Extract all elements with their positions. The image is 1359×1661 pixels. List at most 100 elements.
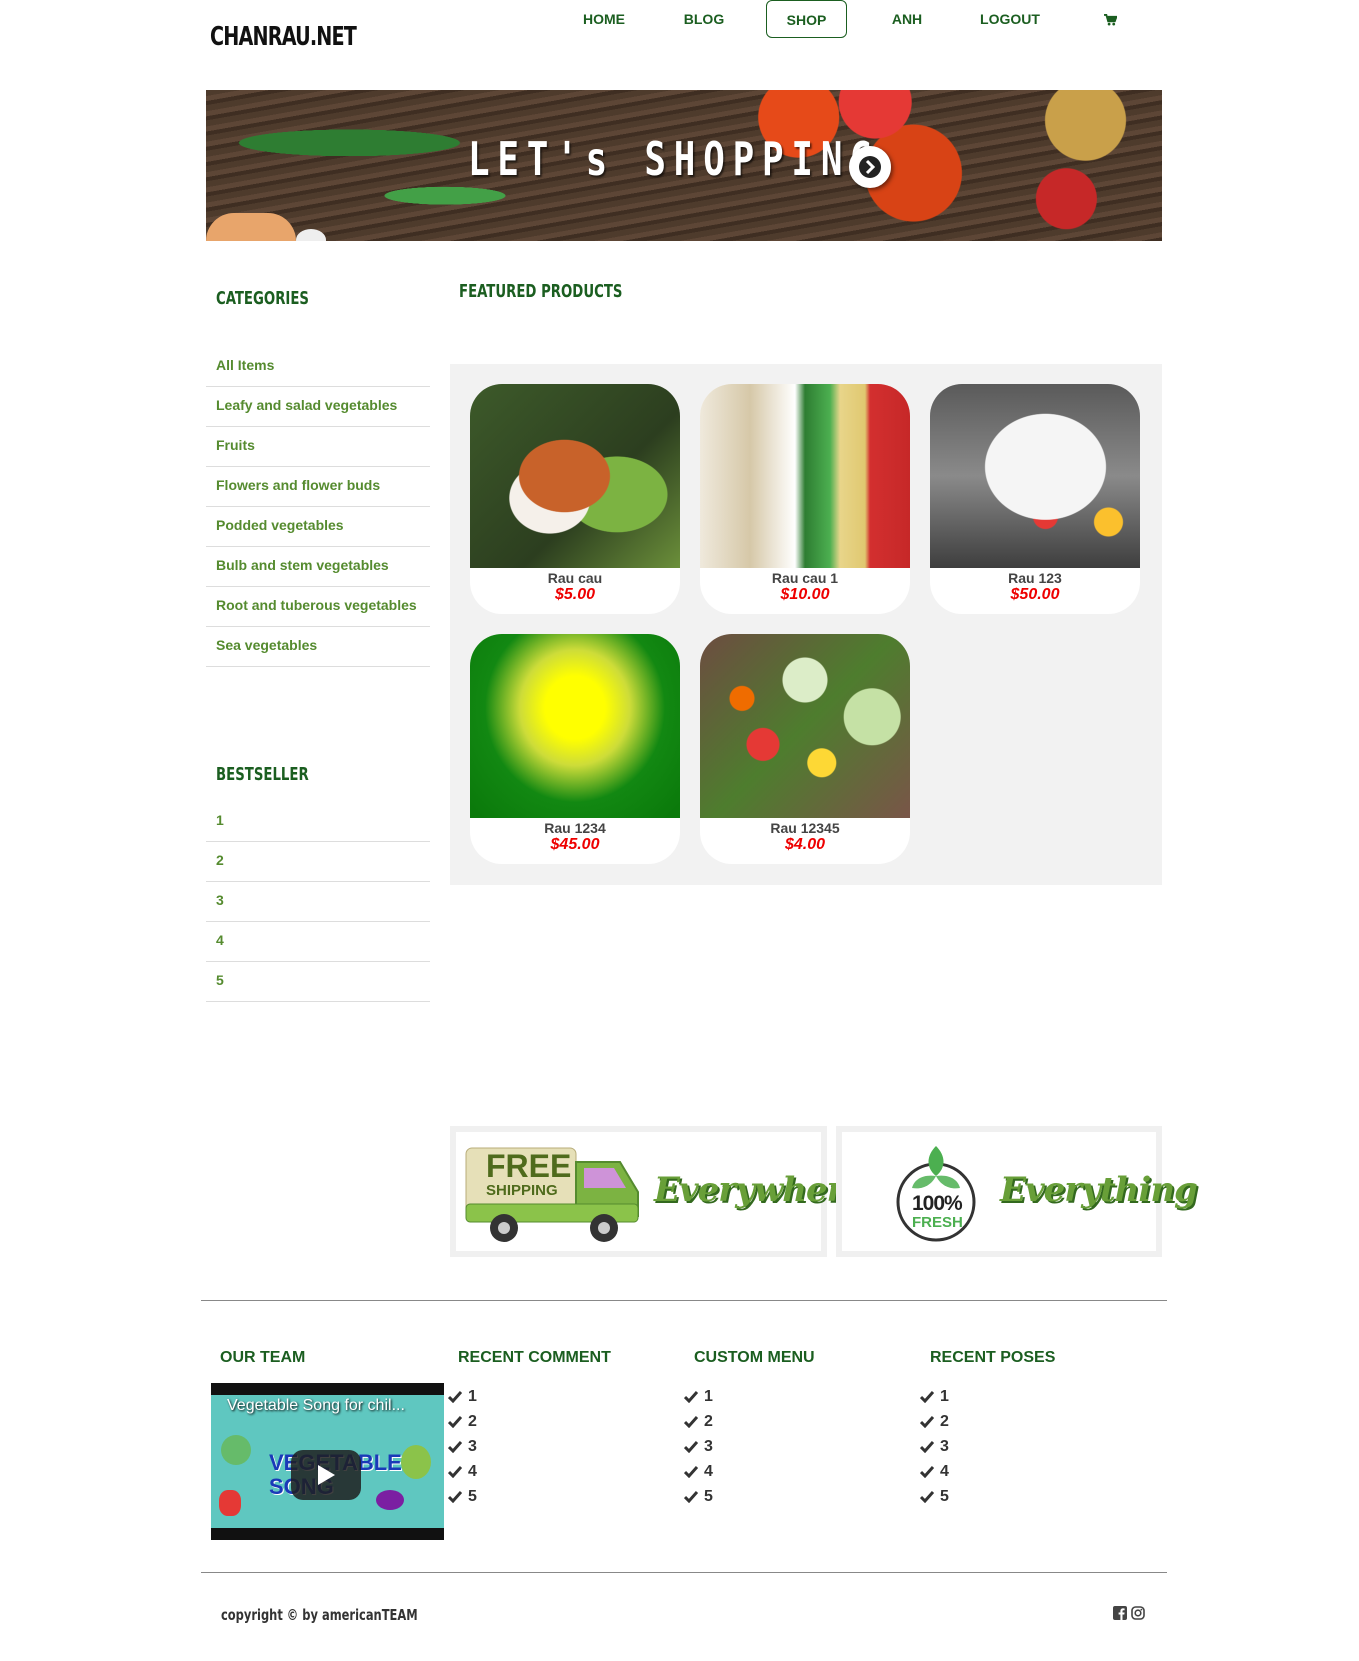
category-item[interactable]: Root and tuberous vegetables [206, 587, 430, 627]
category-item[interactable]: Podded vegetables [206, 507, 430, 547]
vegetable-graphic [401, 1445, 431, 1479]
bestseller-item[interactable]: 2 [206, 842, 430, 882]
product-card[interactable]: Rau 1234 $45.00 [470, 634, 680, 864]
product-price: $5.00 [554, 586, 596, 603]
product-card[interactable]: Rau cau 1 $10.00 [700, 384, 910, 614]
category-item[interactable]: All Items [206, 347, 430, 387]
product-grid: Rau cau $5.00 Rau cau 1 $10.00 Rau 123 $… [450, 364, 1162, 885]
list-item-label: 3 [468, 1437, 477, 1455]
list-item-label: 2 [940, 1412, 949, 1430]
vegetable-graphic [221, 1435, 251, 1465]
nav-anh[interactable]: ANH [880, 0, 934, 38]
vegetable-graphic [219, 1490, 241, 1516]
list-item[interactable]: 3 [920, 1434, 949, 1459]
instagram-icon[interactable] [1131, 1606, 1145, 1620]
recent-poses-title: RECENT POSES [930, 1349, 1056, 1366]
list-item[interactable]: 2 [448, 1409, 477, 1434]
list-item-label: 2 [468, 1412, 477, 1430]
check-icon [448, 1465, 462, 1478]
list-item-label: 1 [468, 1387, 477, 1405]
custom-menu-title: CUSTOM MENU [694, 1349, 815, 1366]
bestseller-list: 1 2 3 4 5 [206, 802, 430, 1002]
fresh-banner: 100% FRESH Everything [836, 1126, 1198, 1257]
nav-shop[interactable]: SHOP [766, 0, 847, 38]
video-title[interactable]: Vegetable Song for chil... [227, 1397, 405, 1415]
list-item[interactable]: 3 [448, 1434, 477, 1459]
shipping-label: SHIPPING [486, 1182, 558, 1199]
product-name[interactable]: Rau 12345 [700, 820, 910, 836]
video-player[interactable]: VEGETABLE SONG Vegetable Song for chil..… [211, 1383, 444, 1540]
nav-blog[interactable]: BLOG [676, 0, 732, 38]
product-image[interactable] [470, 384, 680, 568]
list-item-label: 4 [704, 1462, 713, 1480]
product-image[interactable] [700, 634, 910, 818]
list-item[interactable]: 5 [920, 1484, 949, 1509]
check-icon [684, 1390, 698, 1403]
product-card[interactable]: Rau cau $5.00 [470, 384, 680, 614]
check-icon [448, 1390, 462, 1403]
list-item[interactable]: 4 [920, 1459, 949, 1484]
list-item-label: 4 [940, 1462, 949, 1480]
product-name[interactable]: Rau 123 [930, 570, 1140, 586]
check-icon [920, 1415, 934, 1428]
check-icon [448, 1415, 462, 1428]
footer-divider [201, 1572, 1167, 1573]
social-links [1113, 1606, 1145, 1620]
bestseller-item[interactable]: 3 [206, 882, 430, 922]
list-item[interactable]: 1 [684, 1384, 713, 1409]
chevron-right-icon [859, 156, 881, 178]
product-name[interactable]: Rau cau 1 [700, 570, 910, 586]
play-icon [318, 1465, 335, 1485]
banner-next-button[interactable] [849, 146, 891, 188]
product-price: $10.00 [780, 586, 830, 603]
nav-home[interactable]: HOME [576, 0, 632, 38]
facebook-icon[interactable] [1113, 1606, 1127, 1620]
list-item[interactable]: 4 [448, 1459, 477, 1484]
category-item[interactable]: Fruits [206, 427, 430, 467]
bestseller-title: BESTSELLER [216, 764, 309, 785]
check-icon [920, 1440, 934, 1453]
play-button[interactable] [291, 1450, 361, 1500]
free-shipping-banner: FREE SHIPPING Everywhere [450, 1126, 865, 1257]
bestseller-item[interactable]: 4 [206, 922, 430, 962]
list-item[interactable]: 2 [684, 1409, 713, 1434]
list-item[interactable]: 2 [920, 1409, 949, 1434]
banner-decoration [296, 229, 326, 241]
bestseller-item[interactable]: 5 [206, 962, 430, 1002]
product-card[interactable]: Rau 12345 $4.00 [700, 634, 910, 864]
nav-logout[interactable]: LOGOUT [972, 0, 1048, 38]
product-price: $4.00 [784, 836, 826, 853]
product-image[interactable] [470, 634, 680, 818]
list-item[interactable]: 5 [684, 1484, 713, 1509]
our-team-title: OUR TEAM [220, 1349, 306, 1366]
list-item[interactable]: 5 [448, 1484, 477, 1509]
category-item[interactable]: Leafy and salad vegetables [206, 387, 430, 427]
product-name[interactable]: Rau cau [470, 570, 680, 586]
list-item[interactable]: 1 [920, 1384, 949, 1409]
list-item[interactable]: 1 [448, 1384, 477, 1409]
check-icon [684, 1440, 698, 1453]
banner-heading: LET's SHOPPING [468, 132, 880, 186]
product-image[interactable] [700, 384, 910, 568]
product-card[interactable]: Rau 123 $50.00 [930, 384, 1140, 614]
footer-divider [201, 1300, 1167, 1301]
check-icon [920, 1390, 934, 1403]
shop-banner: LET's SHOPPING [206, 90, 1162, 241]
list-item-label: 3 [704, 1437, 713, 1455]
product-price: $45.00 [550, 836, 600, 853]
list-item[interactable]: 3 [684, 1434, 713, 1459]
cart-icon[interactable] [1098, 0, 1122, 38]
list-item-label: 4 [468, 1462, 477, 1480]
product-name[interactable]: Rau 1234 [470, 820, 680, 836]
category-item[interactable]: Flowers and flower buds [206, 467, 430, 507]
everything-text: Everything [1000, 1170, 1198, 1210]
list-item[interactable]: 4 [684, 1459, 713, 1484]
list-item-label: 5 [468, 1487, 477, 1505]
category-item[interactable]: Sea vegetables [206, 627, 430, 667]
site-logo[interactable]: CHANRAU.NET [210, 22, 357, 52]
product-image[interactable] [930, 384, 1140, 568]
bestseller-item[interactable]: 1 [206, 802, 430, 842]
category-item[interactable]: Bulb and stem vegetables [206, 547, 430, 587]
list-item-label: 1 [704, 1387, 713, 1405]
copyright-text: copyright © by americanTEAM [221, 1606, 418, 1624]
